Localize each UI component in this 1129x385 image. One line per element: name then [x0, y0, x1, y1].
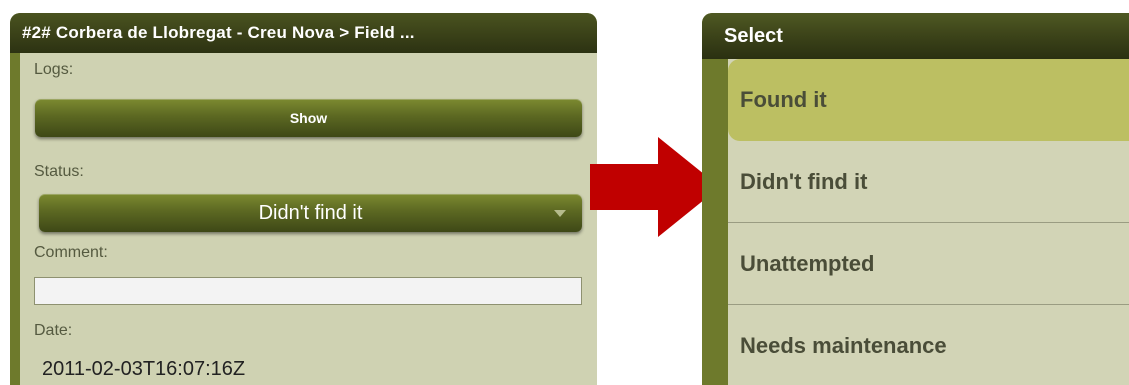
comment-label: Comment:	[34, 244, 108, 261]
date-value: 2011-02-03T16:07:16Z	[42, 358, 246, 380]
status-select-value: Didn't find it	[258, 202, 363, 224]
select-dialog: Select Found it Didn't find it Unattempt…	[702, 13, 1129, 385]
date-label: Date:	[34, 322, 73, 339]
option-didnt-find-it[interactable]: Didn't find it	[728, 141, 1129, 223]
show-logs-button[interactable]: Show	[35, 99, 582, 137]
title-bar: #2# Corbera de Llobregat - Creu Nova > F…	[10, 13, 597, 53]
log-detail-panel: #2# Corbera de Llobregat - Creu Nova > F…	[10, 13, 597, 385]
option-label: Unattempted	[740, 251, 875, 276]
form-body: Logs: Show Status: Didn't find it Commen…	[20, 53, 597, 385]
status-label: Status:	[34, 163, 84, 180]
option-label: Needs maintenance	[740, 333, 947, 358]
status-select[interactable]: Didn't find it	[39, 194, 582, 232]
panel-title: #2# Corbera de Llobregat - Creu Nova > F…	[22, 23, 415, 42]
logs-label: Logs:	[34, 61, 74, 78]
title-bar: Select	[702, 13, 1129, 59]
option-unattempted[interactable]: Unattempted	[728, 223, 1129, 305]
comment-input[interactable]	[34, 277, 582, 305]
dialog-title: Select	[724, 25, 783, 47]
option-label: Found it	[740, 87, 827, 112]
chevron-down-icon	[554, 210, 566, 217]
option-needs-maintenance[interactable]: Needs maintenance	[728, 305, 1129, 385]
option-label: Didn't find it	[740, 169, 868, 194]
option-found-it[interactable]: Found it	[728, 59, 1129, 141]
option-list: Found it Didn't find it Unattempted Need…	[728, 59, 1129, 385]
right-arrow-icon	[590, 137, 720, 237]
